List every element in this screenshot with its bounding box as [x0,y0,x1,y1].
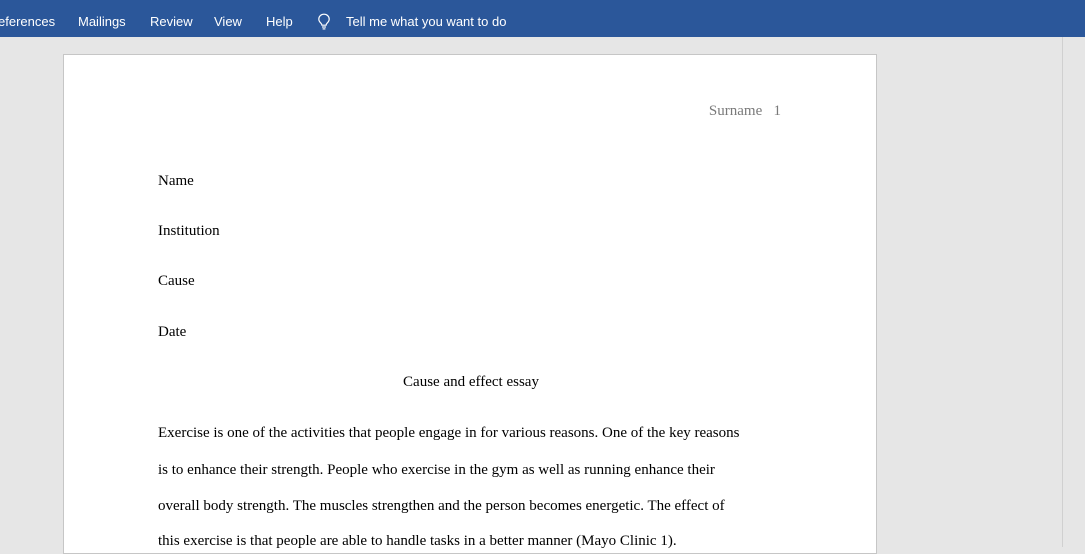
tell-me-label: Tell me what you want to do [346,14,507,29]
body-line: Exercise is one of the activities that p… [158,425,740,441]
heading-line-name: Name [158,173,194,189]
tab-references[interactable]: eferences [0,0,55,37]
lightbulb-icon [318,13,330,30]
tab-view[interactable]: View [214,0,242,37]
heading-line-date: Date [158,324,187,340]
vertical-scrollbar[interactable] [1062,37,1085,547]
body-line: this exercise is that people are able to… [158,533,677,549]
body-line: is to enhance their strength. People who… [158,462,715,478]
heading-line-cause: Cause [158,273,195,289]
page-header: Surname 1 [708,103,781,119]
ribbon-tab-bar: eferences Mailings Review View Help Tell… [0,0,1085,37]
tab-mailings[interactable]: Mailings [78,0,126,37]
essay-title: Cause and effect essay [403,374,539,390]
scrollbar-track[interactable] [1062,37,1085,547]
tab-review[interactable]: Review [150,0,193,37]
body-line: overall body strength. The muscles stren… [158,498,725,514]
document-page[interactable]: Surname 1 Name Institution Cause Date Ca… [63,54,877,554]
heading-line-institution: Institution [158,223,220,239]
tab-help[interactable]: Help [266,0,293,37]
